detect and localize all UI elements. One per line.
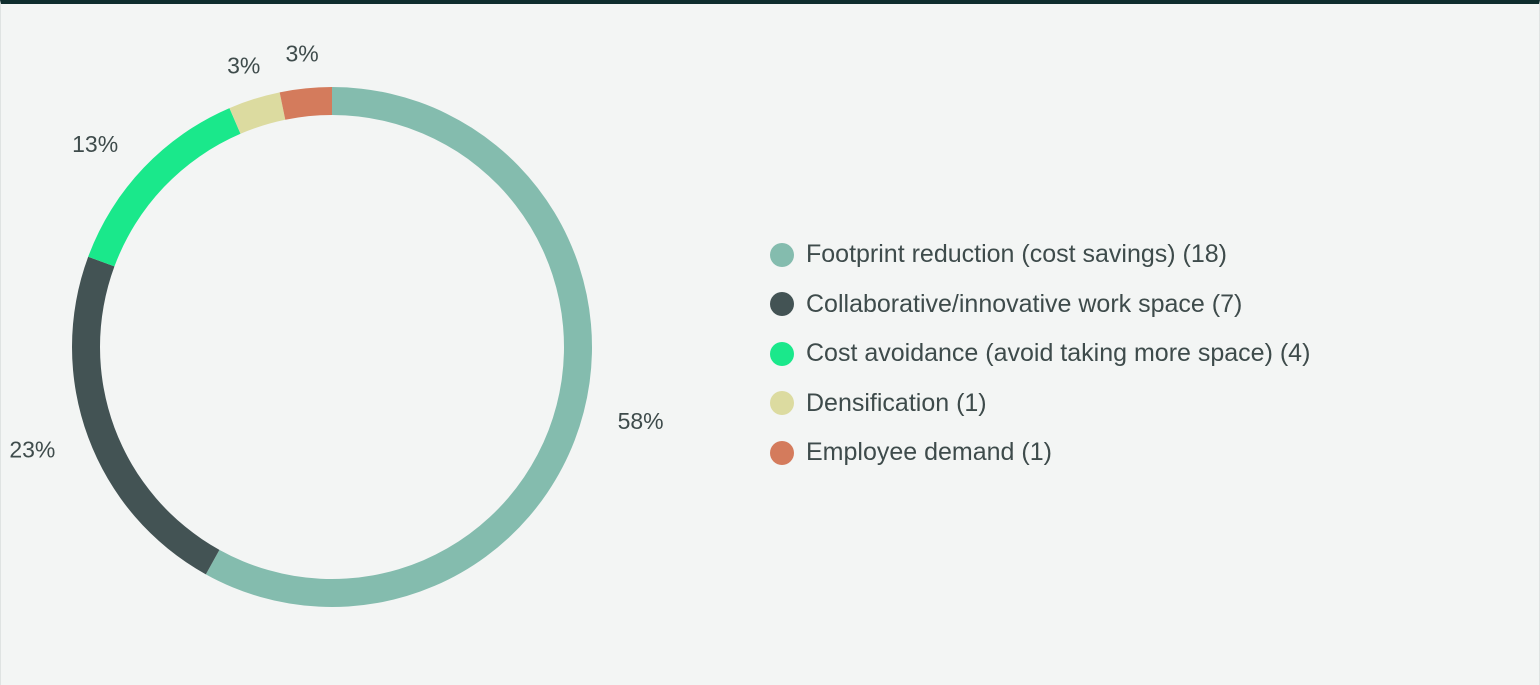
- chart-legend: Footprint reduction (cost savings) (18) C…: [770, 230, 1310, 478]
- legend-swatch: [770, 391, 794, 416]
- slice-percent-label-1: 23%: [9, 436, 55, 462]
- legend-item: Densification (1): [770, 379, 1310, 429]
- slice-percent-label-2: 13%: [72, 131, 118, 157]
- legend-item: Employee demand (1): [770, 428, 1310, 478]
- donut-slice-0: [205, 87, 592, 607]
- donut-chart: 58% 23% 13% 3% 3%: [9, 41, 664, 607]
- legend-swatch: [770, 292, 794, 317]
- legend-item: Collaborative/innovative work space (7): [770, 280, 1310, 330]
- legend-swatch: [770, 341, 794, 366]
- slice-percent-label-0: 58%: [618, 408, 664, 434]
- donut-slice-3: [229, 92, 286, 134]
- donut-slice-1: [71, 256, 220, 575]
- legend-item: Cost avoidance (avoid taking more space)…: [770, 329, 1310, 379]
- donut-slice-4: [279, 87, 332, 120]
- slice-percent-label-3: 3%: [227, 53, 260, 79]
- legend-label: Footprint reduction (cost savings) (18): [806, 240, 1228, 269]
- legend-label: Collaborative/innovative work space (7): [806, 289, 1243, 318]
- legend-label: Employee demand (1): [806, 438, 1052, 467]
- legend-swatch: [770, 242, 794, 267]
- slice-percent-label-4: 3%: [286, 41, 319, 67]
- legend-label: Densification (1): [806, 388, 987, 417]
- chart-frame: 58% 23% 13% 3% 3% Footprint reduction (cost …: [0, 0, 1540, 685]
- legend-swatch: [770, 440, 794, 465]
- legend-label: Cost avoidance (avoid taking more space)…: [806, 339, 1311, 368]
- legend-item: Footprint reduction (cost savings) (18): [770, 230, 1310, 280]
